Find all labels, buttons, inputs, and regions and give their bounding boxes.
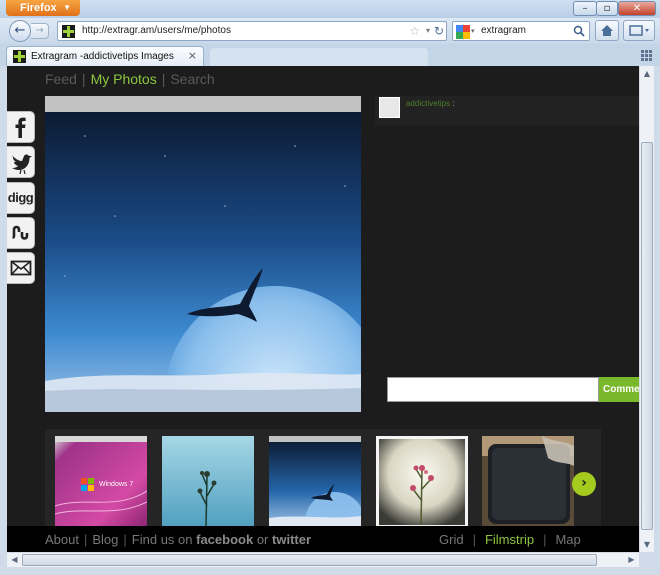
bookmarks-icon — [629, 25, 649, 36]
comment-username: addictivetips : — [406, 99, 455, 108]
scroll-right-icon[interactable]: ▶ — [624, 553, 639, 567]
thumbnail-1[interactable]: Windows 7 — [55, 436, 147, 528]
thumbnail-2[interactable] — [162, 436, 254, 528]
google-icon[interactable] — [456, 25, 470, 39]
site-favicon-icon — [13, 50, 26, 63]
close-window-button[interactable]: ✕ — [618, 1, 656, 16]
thumbnail-3[interactable] — [269, 436, 361, 528]
thumbnail-5[interactable] — [482, 436, 574, 528]
back-arrow-icon: ← — [14, 23, 26, 38]
footer-twitter-link[interactable]: twitter — [272, 532, 311, 547]
bird-over-moon-thumb-image — [269, 436, 361, 528]
footer-separator: | — [123, 532, 127, 547]
chevron-right-icon: › — [581, 475, 587, 491]
home-button[interactable] — [595, 20, 619, 41]
horizontal-scroll-thumb[interactable] — [22, 554, 597, 566]
username-separator: : — [452, 99, 455, 108]
avatar[interactable] — [379, 97, 400, 118]
nav-separator: | — [81, 71, 86, 87]
email-share-button[interactable] — [7, 252, 35, 284]
view-grid-link[interactable]: Grid — [439, 532, 464, 547]
facebook-icon — [15, 117, 26, 138]
view-filmstrip-link[interactable]: Filmstrip — [485, 532, 534, 547]
main-photo[interactable] — [45, 96, 361, 412]
comment-header: addictivetips : — [375, 96, 639, 126]
username-link[interactable]: addictivetips — [406, 99, 450, 108]
page-footer: About | Blog | Find us on facebook or twitte… — [7, 526, 639, 552]
view-switcher: Grid | Filmstrip | Map — [439, 532, 581, 547]
bookmark-star-icon[interactable]: ☆ — [409, 22, 420, 40]
tab-list-icon[interactable] — [640, 49, 652, 61]
firefox-menu-button[interactable]: Firefox ▼ — [6, 0, 80, 16]
view-map-link[interactable]: Map — [555, 532, 580, 547]
facebook-share-button[interactable] — [7, 111, 35, 143]
site-favicon-icon — [62, 25, 75, 38]
footer-find-us-text: Find us on — [131, 532, 193, 547]
forward-arrow-icon: → — [35, 25, 44, 36]
navigation-toolbar: ← → http://extragr.am/users/me/photos ☆ … — [0, 18, 660, 44]
footer-about-link[interactable]: About — [45, 532, 79, 547]
digg-icon: digg — [7, 190, 34, 205]
firefox-menu-label: Firefox — [20, 2, 57, 14]
window-titlebar: Firefox ▼ – ▫ ✕ — [0, 0, 660, 18]
reload-icon[interactable]: ↻ — [434, 22, 444, 40]
filmstrip: Windows 7 › — [45, 429, 601, 529]
digg-share-button[interactable]: digg — [7, 182, 35, 214]
url-text[interactable]: http://extragr.am/users/me/photos — [82, 24, 231, 38]
comment-input[interactable] — [387, 377, 599, 402]
twitter-bird-icon — [11, 154, 32, 175]
footer-links: About | Blog | Find us on facebook or twitte… — [45, 532, 311, 547]
footer-separator: | — [83, 532, 88, 547]
flower-on-blue-image — [162, 436, 254, 528]
vertical-scrollbar[interactable]: ▲ ▼ — [639, 66, 654, 552]
close-tab-icon[interactable]: × — [188, 48, 197, 63]
comment-button[interactable]: Comment — [599, 377, 639, 402]
footer-separator: | — [472, 532, 476, 547]
footer-or-text: or — [256, 532, 269, 547]
thumbnail-caption: Windows 7 — [99, 481, 134, 488]
chevron-down-icon: ▼ — [63, 3, 71, 12]
pink-flower-vignette-image — [379, 439, 465, 525]
page-viewport: Feed | My Photos | Search digg addictive… — [7, 66, 639, 552]
email-icon — [10, 260, 31, 276]
scroll-left-icon[interactable]: ◀ — [7, 553, 22, 567]
bird-over-moon-image — [45, 96, 361, 412]
nav-search-link[interactable]: Search — [170, 71, 214, 87]
nav-separator: | — [161, 71, 166, 87]
new-tab-area[interactable] — [210, 48, 428, 66]
nav-feed-link[interactable]: Feed — [45, 71, 77, 87]
stumbleupon-share-button[interactable] — [7, 217, 35, 249]
resize-grip[interactable] — [639, 552, 660, 575]
bookmarks-menu-button[interactable] — [623, 20, 655, 41]
maximize-button[interactable]: ▫ — [596, 1, 618, 16]
twitter-share-button[interactable] — [7, 146, 35, 178]
nav-my-photos-link[interactable]: My Photos — [91, 71, 157, 87]
tab-extragram[interactable]: Extragram -addictivetips Images × — [6, 46, 204, 66]
url-bar[interactable]: http://extragr.am/users/me/photos ☆ ▾ ↻ — [57, 21, 447, 41]
stumbleupon-icon — [11, 225, 28, 240]
footer-facebook-link[interactable]: facebook — [196, 532, 253, 547]
thumbnail-4[interactable] — [376, 436, 468, 528]
history-dropdown-icon[interactable]: ▾ — [426, 22, 430, 40]
home-icon — [601, 25, 613, 36]
tab-title: Extragram -addictivetips Images — [31, 51, 174, 62]
footer-separator: | — [543, 532, 547, 547]
engine-dropdown-icon[interactable]: ▾ — [471, 22, 475, 40]
footer-blog-link[interactable]: Blog — [92, 532, 118, 547]
search-input[interactable]: extragram — [481, 24, 526, 38]
back-button[interactable]: ← — [9, 20, 31, 42]
filmstrip-next-button[interactable]: › — [572, 472, 596, 496]
vertical-scroll-thumb[interactable] — [641, 142, 653, 530]
scroll-up-icon[interactable]: ▲ — [640, 66, 654, 81]
search-bar[interactable]: ▾ extragram — [452, 21, 590, 41]
horizontal-scrollbar[interactable]: ◀ ▶ — [7, 552, 639, 567]
tab-strip: Extragram -addictivetips Images × — [0, 44, 660, 66]
site-nav: Feed | My Photos | Search — [45, 71, 215, 87]
forward-button[interactable]: → — [31, 23, 49, 39]
search-icon[interactable] — [573, 25, 585, 37]
minimize-button[interactable]: – — [573, 1, 597, 16]
scroll-down-icon[interactable]: ▼ — [640, 537, 654, 552]
phone-on-desk-image — [482, 436, 574, 528]
